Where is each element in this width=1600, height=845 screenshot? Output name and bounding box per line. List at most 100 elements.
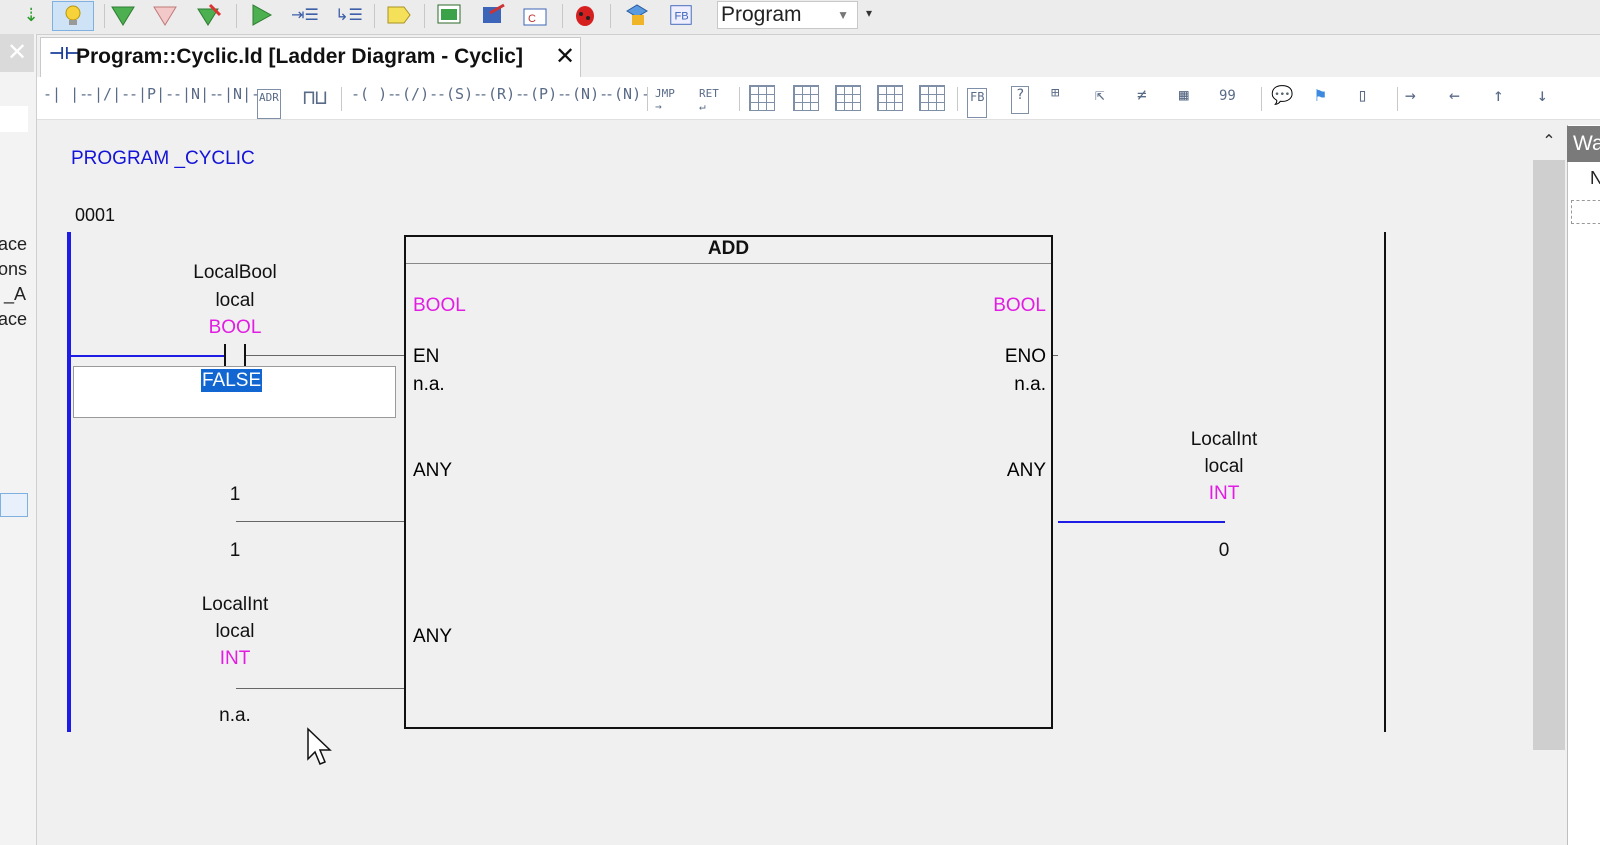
coil-p-icon[interactable]: -(P)- <box>521 85 566 111</box>
output-variable-scope: local <box>1204 456 1244 477</box>
svg-text:FB: FB <box>675 11 689 23</box>
contact-nc-icon[interactable]: -|/|- <box>85 85 130 111</box>
comment-icon[interactable]: 💬 <box>1271 85 1293 111</box>
project-explorer-panel: ✕ ace ons _A ace <box>0 34 37 845</box>
fb-output-type: BOOL <box>993 295 1046 316</box>
panel-close-button[interactable]: ✕ <box>0 34 34 72</box>
not-equal-icon[interactable]: ≠ <box>1137 85 1147 111</box>
mouse-cursor-icon <box>306 727 332 772</box>
coil-set-icon[interactable]: -(S)- <box>437 85 482 111</box>
wire <box>246 355 404 356</box>
constant-icon[interactable]: 99 <box>1219 88 1236 114</box>
clear-download-icon[interactable] <box>152 2 178 28</box>
wire <box>236 688 404 689</box>
lightbulb-icon[interactable] <box>52 1 94 31</box>
fb-en-pin[interactable]: EN <box>413 346 439 368</box>
fb-out-pin[interactable]: ANY <box>990 460 1046 482</box>
coil-icon[interactable]: -( )- <box>351 85 396 111</box>
panel-search-field[interactable] <box>0 106 28 132</box>
run-icon[interactable] <box>248 2 274 28</box>
tab-cyclic-ld[interactable]: ⊣⊢ Program::Cyclic.ld [Ladder Diagram - … <box>40 37 581 77</box>
ladder-diagram-icon: ⊣⊢ <box>49 44 81 63</box>
function-block-icon[interactable]: FB <box>668 2 694 28</box>
fb-input-type: BOOL <box>413 295 466 316</box>
watch-panel-tab[interactable]: Wa <box>1567 126 1600 162</box>
insert-row-below-icon[interactable] <box>793 85 819 111</box>
contact-n-icon[interactable]: -|N|- <box>173 85 218 111</box>
coil-n-icon[interactable]: -(N)- <box>563 85 608 111</box>
powered-output-wire <box>1058 521 1225 523</box>
input-variable-value: n.a. <box>219 705 251 726</box>
coil-reset-icon[interactable]: -(R)- <box>479 85 524 111</box>
fb-in2-pin[interactable]: ANY <box>413 626 452 648</box>
contact-pn-icon[interactable]: -|N|- <box>215 85 260 111</box>
constant-input-value[interactable]: 1 <box>210 484 260 506</box>
contact-symbol[interactable] <box>224 344 226 367</box>
ladder-toolbar: -| |- -|/|- -|P|- -|N|- -|N|- ADR ⊓⊔ -( … <box>37 77 1600 120</box>
rung-number[interactable]: 0001 <box>75 205 115 226</box>
output-variable-name[interactable]: LocalInt <box>1149 429 1299 451</box>
monitor-icon[interactable] <box>436 2 462 28</box>
arrow-right-icon[interactable]: → <box>1405 85 1416 111</box>
calculator-icon[interactable]: ▦ <box>1179 85 1189 111</box>
insert-unknown-fb-icon[interactable]: ? <box>1011 86 1030 114</box>
program-select[interactable]: Program ▼ <box>717 1 858 29</box>
trace-icon[interactable]: C <box>522 2 548 28</box>
parallel-branch-icon[interactable]: ⊓⊔ <box>303 85 327 111</box>
function-block-add[interactable] <box>404 235 1053 729</box>
tree-item-fragment[interactable]: ons <box>0 259 27 280</box>
tree-item-fragment[interactable]: _A <box>4 284 26 305</box>
input-variable-name[interactable]: LocalInt <box>160 594 310 616</box>
address-contact-icon[interactable]: ADR <box>257 89 281 119</box>
step-icon[interactable]: ⇣ <box>18 2 44 28</box>
watch-row[interactable] <box>1571 200 1600 224</box>
arrow-left-icon[interactable]: ← <box>1449 85 1460 111</box>
program-title: PROGRAM _CYCLIC <box>71 148 255 169</box>
arrow-down-icon[interactable]: ↓ <box>1537 85 1548 111</box>
transfer-icon[interactable] <box>196 2 222 28</box>
insert-fb-icon[interactable]: FB <box>967 88 988 118</box>
main-toolbar: ⇣ ⇥☰ ↳☰ C FB Program ▼ ▾ <box>0 0 1600 35</box>
download-icon[interactable] <box>110 2 136 28</box>
contact-p-icon[interactable]: -|P|- <box>129 85 174 111</box>
document-icon[interactable]: ▯ <box>1357 85 1368 111</box>
contact-value[interactable]: FALSE <box>201 369 263 392</box>
fb-in1-pin[interactable]: ANY <box>413 460 452 482</box>
return-icon[interactable]: RET ↵ <box>699 87 719 113</box>
contact-no-icon[interactable]: -| |- <box>43 85 88 111</box>
flag-icon[interactable]: ⚑ <box>1315 85 1326 111</box>
toolbar-overflow-icon[interactable]: ▾ <box>866 6 878 32</box>
append-network-icon[interactable] <box>919 85 945 111</box>
contact-variable-type: BOOL <box>208 317 262 338</box>
tree-item-fragment[interactable]: ace <box>0 234 27 255</box>
wire <box>236 521 404 522</box>
coil-pn-icon[interactable]: -(N)- <box>605 85 650 111</box>
input-variable-scope: local <box>215 621 255 642</box>
scrollbar-thumb[interactable] <box>1533 160 1565 750</box>
coil-negated-icon[interactable]: -(/)- <box>393 85 438 111</box>
tab-close-button[interactable]: ✕ <box>555 42 577 72</box>
input-variable-type: INT <box>219 648 251 669</box>
scroll-up-icon[interactable]: ⌃ <box>1537 131 1561 155</box>
contact-variable-name[interactable]: LocalBool <box>160 262 310 284</box>
jump-icon[interactable]: JMP → <box>655 87 675 113</box>
fb-eno-pin[interactable]: ENO <box>990 346 1046 368</box>
fb-header-divider <box>406 263 1051 264</box>
library-icon[interactable] <box>624 2 650 28</box>
left-power-rail <box>67 232 71 732</box>
insert-pin-icon[interactable]: ⊞ <box>1051 85 1059 111</box>
tree-item-fragment[interactable]: ace <box>0 309 27 330</box>
insert-network-icon[interactable] <box>877 85 903 111</box>
watch-icon[interactable] <box>480 2 506 28</box>
tree-selection[interactable] <box>0 493 28 517</box>
tag-icon[interactable] <box>386 2 412 28</box>
step-out-icon[interactable]: ↳☰ <box>335 2 363 28</box>
insert-row-above-icon[interactable] <box>749 85 775 111</box>
watch-column-header[interactable]: N <box>1590 168 1600 189</box>
step-into-icon[interactable]: ⇥☰ <box>291 2 319 28</box>
arrow-up-icon[interactable]: ↑ <box>1493 85 1504 111</box>
debug-bug-icon[interactable] <box>572 2 598 28</box>
insert-column-icon[interactable] <box>835 85 861 111</box>
contact-variable-scope: local <box>215 290 255 311</box>
fb-connect-icon[interactable]: ⇱ <box>1095 85 1105 111</box>
